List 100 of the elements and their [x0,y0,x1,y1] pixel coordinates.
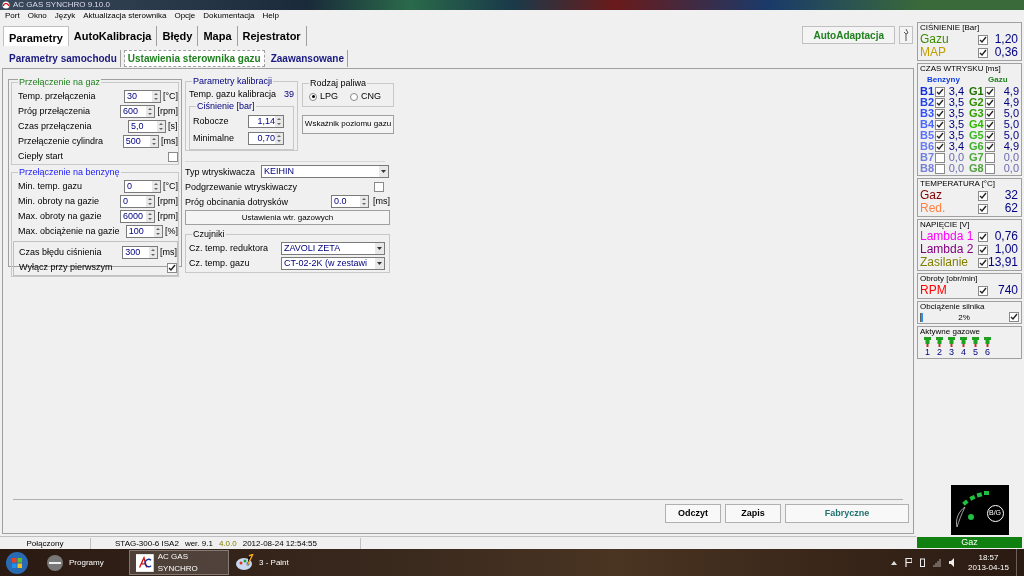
checkbox[interactable] [985,163,995,174]
gas-level-button[interactable]: Wskaźnik poziomu gazu [302,114,394,134]
checkbox[interactable] [935,163,945,174]
reading-value: 3,5 [947,130,964,141]
sub-tab[interactable]: Parametry samochodu [6,49,121,67]
tab[interactable]: Parametry [3,26,69,46]
panel-title: CIŚNIENIE [Bar] [920,23,981,33]
battery-icon[interactable] [920,558,925,567]
spin-field[interactable]: 6000 [119,210,156,223]
menu-item[interactable]: Okno [27,10,47,22]
checkbox[interactable] [935,86,945,97]
spinner-icon[interactable] [275,116,283,127]
spin-field[interactable]: 1,14 [248,115,284,128]
menu-item[interactable]: Opcje [174,10,196,22]
checkbox[interactable] [935,119,945,130]
pin-button[interactable] [899,26,913,44]
checkbox[interactable] [978,34,988,45]
gas-injector-settings-button[interactable]: Ustawienia wtr. gazowych [185,210,390,225]
panel-title: TEMPERATURA [°C] [920,179,997,189]
spin-field[interactable]: 0 [119,195,156,208]
spin-field[interactable]: 300 [122,246,158,259]
reading-value: 4,9 [1002,97,1019,108]
spinner-icon[interactable] [154,226,162,237]
spinner-icon[interactable] [146,211,155,222]
sub-tab[interactable]: Ustawienia sterownika gazu [123,49,265,67]
radio-button[interactable] [350,92,358,101]
spinner-icon[interactable] [150,136,158,147]
spinner-icon[interactable] [360,196,368,207]
spin-field[interactable]: 0 [124,180,161,193]
checkbox[interactable] [985,108,995,119]
cylinder-label: G8 [969,163,985,174]
checkbox[interactable] [985,130,995,141]
flag-icon[interactable] [905,558,912,567]
spin-field[interactable]: 500 [122,135,159,148]
checkbox[interactable] [977,257,988,268]
reading-value: 0,0 [1002,152,1019,163]
cylinder-label: G1 [969,86,985,97]
injector-number: 5 [973,347,978,357]
spinner-icon[interactable] [275,133,283,144]
menu-item[interactable]: Język [54,10,76,22]
checkbox[interactable] [167,262,177,273]
spin-field[interactable]: 30 [124,90,161,103]
spinner-icon[interactable] [157,121,165,132]
checkbox[interactable] [935,97,945,108]
spinner-icon[interactable] [151,91,160,102]
spinner-icon[interactable] [149,247,157,258]
panel-title: Obciążenie silnika [920,302,986,312]
show-hidden-icons-icon[interactable] [891,560,897,565]
spin-field[interactable]: 0.0 [331,195,369,208]
cylinder-label: B6 [920,141,935,152]
signal-icon[interactable] [933,558,941,567]
dropdown[interactable]: ZAVOLI ZETA [281,242,385,255]
taskbar-button[interactable]: 3 - Paint [229,550,329,575]
menu-item[interactable]: Help [262,10,279,22]
reading-value: 1,20 [993,33,1019,46]
spin-field[interactable]: 5,0 [128,120,166,133]
checkbox[interactable] [935,130,945,141]
checkbox[interactable] [935,141,945,152]
action-button[interactable]: Zapis [725,504,781,523]
radio-button[interactable] [309,92,317,101]
dropdown[interactable]: KEIHIN [261,165,389,178]
taskbar-button[interactable]: Programy [39,550,129,575]
checkbox[interactable] [374,181,384,192]
menu-item[interactable]: Dokumentacja [203,10,255,22]
checkbox[interactable] [978,231,988,242]
checkbox[interactable] [985,119,995,130]
action-button[interactable]: Fabryczne [785,504,909,523]
action-button[interactable]: Odczyt [665,504,721,523]
checkbox[interactable] [1009,312,1019,322]
menu-item[interactable]: Aktualizacja sterownika [83,10,167,22]
taskbar-button[interactable]: AC GAS SYNCHRO [129,550,229,575]
spinner-icon[interactable] [146,196,155,207]
sub-tab[interactable]: Zaawansowane [267,49,348,67]
checkbox[interactable] [985,86,995,97]
dropdown[interactable]: CT-02-2K (w zestawi [281,257,385,270]
cylinder-label: G7 [969,152,985,163]
caret-icon [375,243,384,254]
menu-item[interactable]: Port [5,10,20,22]
spinner-icon[interactable] [146,106,155,117]
checkbox[interactable] [985,152,995,163]
checkbox[interactable] [978,244,988,255]
speaker-icon[interactable] [949,558,955,567]
auto-adaptation-button[interactable]: AutoAdaptacja [802,26,895,44]
spin-field[interactable]: 0,70 [248,132,284,145]
checkbox[interactable] [978,190,988,201]
field-label: Minimalne [193,131,235,145]
spin-field[interactable]: 600 [119,105,156,118]
checkbox[interactable] [168,151,178,162]
checkbox[interactable] [935,152,945,163]
checkbox[interactable] [935,108,945,119]
app-logo-icon [136,552,154,573]
checkbox[interactable] [985,97,995,108]
spinner-icon[interactable] [151,181,160,192]
start-button[interactable] [5,550,29,575]
checkbox[interactable] [985,141,995,152]
checkbox[interactable] [978,47,988,58]
checkbox[interactable] [978,285,988,296]
checkbox[interactable] [978,203,988,214]
field-label: Max. obciążenie na gazie [18,224,121,238]
spin-field[interactable]: 100 [125,225,163,238]
